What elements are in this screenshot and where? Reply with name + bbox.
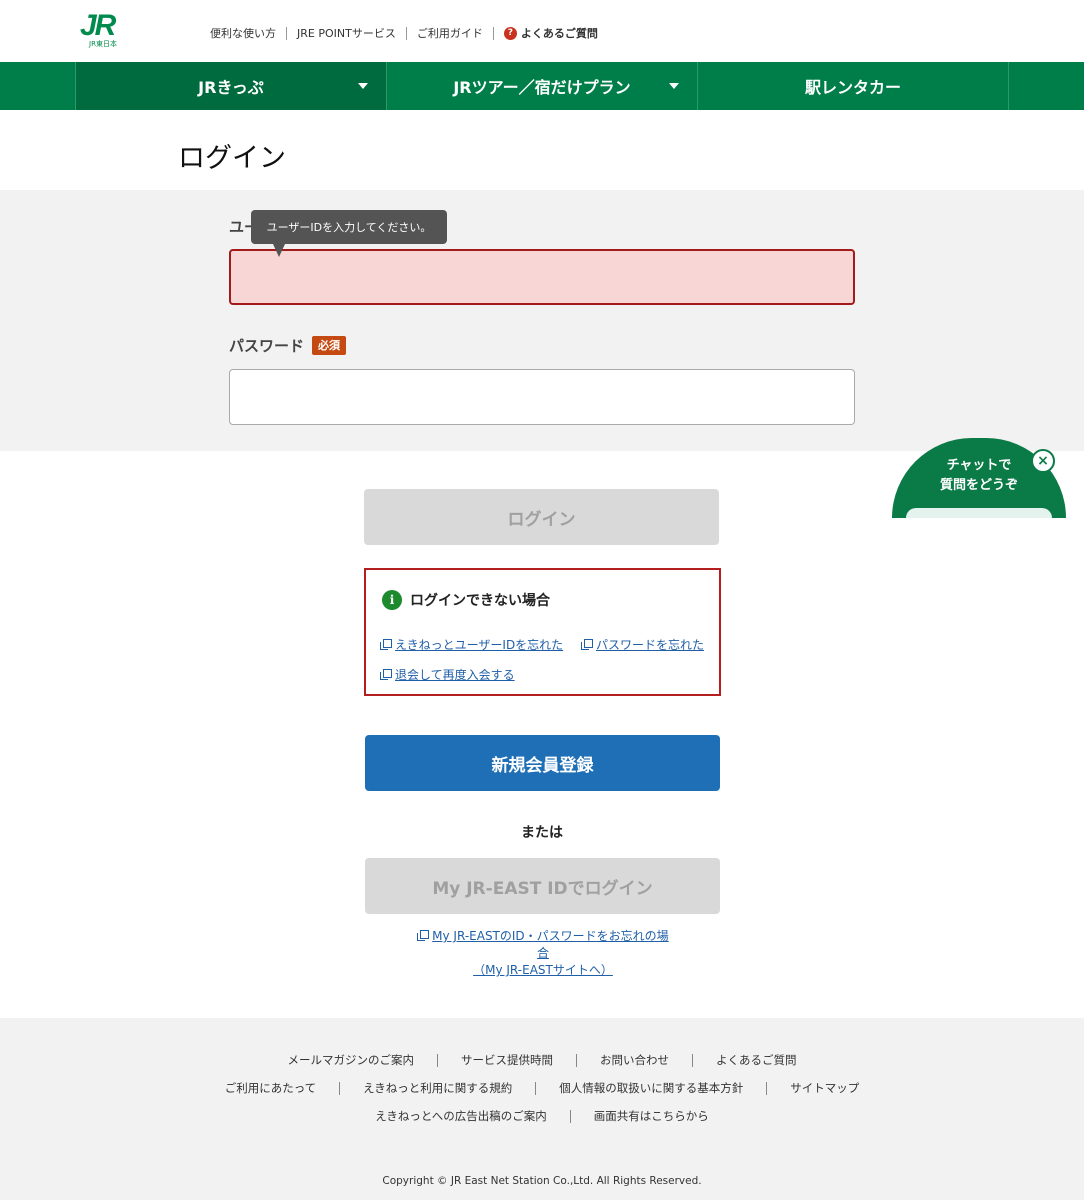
nav-item-rentacar[interactable]: 駅レンタカー	[697, 62, 1009, 110]
utility-links: 便利な使い方 JRE POINTサービス ご利用ガイド ? よくあるご質問	[210, 24, 608, 42]
user-id-error-tooltip: ユーザーIDを入力してください。	[251, 210, 447, 257]
nav-item-label: JRきっぷ	[198, 78, 264, 97]
jr-east-logo[interactable]: JR JR東日本	[80, 9, 128, 50]
login-button[interactable]: ログイン	[364, 489, 719, 545]
myjr-east-forgot-link[interactable]: My JR-EASTのID・パスワードをお忘れの場合 （My JR-EASTサイ…	[412, 928, 674, 979]
caret-down-icon	[358, 83, 368, 89]
chat-line1: チャットで	[946, 458, 1012, 473]
footer-link-advertising[interactable]: えきねっとへの広告出稿のご案内	[352, 1110, 570, 1123]
footer-link-contact[interactable]: お問い合わせ	[576, 1054, 692, 1067]
password-input[interactable]	[229, 369, 855, 425]
logo-mark: JR	[80, 9, 116, 42]
footer-link-privacy[interactable]: 個人情報の取扱いに関する基本方針	[535, 1082, 766, 1095]
footer-link-faq[interactable]: よくあるご質問	[692, 1054, 820, 1067]
nav-item-tours[interactable]: JRツアー／宿だけプラン	[386, 62, 697, 110]
link-jre-point[interactable]: JRE POINTサービス	[286, 26, 406, 40]
footer-row-1: メールマガジンのご案内 サービス提供時間 お問い合わせ よくあるご質問	[0, 1054, 1084, 1067]
footer-row-3: えきねっとへの広告出稿のご案内 画面共有はこちらから	[0, 1110, 1084, 1123]
caret-down-icon	[669, 83, 679, 89]
help-heading: i ログインできない場合	[382, 590, 550, 610]
nav-item-label: 駅レンタカー	[804, 78, 901, 97]
global-nav: JRきっぷ JRツアー／宿だけプラン 駅レンタカー	[0, 62, 1084, 110]
chat-widget[interactable]: チャットで 質問をどうぞ ×	[892, 438, 1066, 518]
password-label-row: パスワード 必須	[229, 335, 347, 356]
forgot-password-link[interactable]: パスワードを忘れた	[581, 636, 704, 653]
link-text: パスワードを忘れた	[596, 638, 705, 652]
footer-row-2: ご利用にあたって えきねっと利用に関する規約 個人情報の取扱いに関する基本方針 …	[0, 1082, 1084, 1095]
link-text: 退会して再度入会する	[395, 668, 515, 682]
link-how-to-use[interactable]: 便利な使い方	[210, 27, 286, 40]
login-help-box: i ログインできない場合 えきねっとユーザーIDを忘れた パスワードを忘れた 退…	[364, 568, 721, 696]
close-icon[interactable]: ×	[1031, 449, 1055, 473]
external-window-icon	[581, 639, 593, 650]
link-text: （My JR-EASTサイトへ）	[473, 963, 613, 977]
external-window-icon	[380, 669, 392, 680]
password-label: パスワード	[229, 337, 305, 355]
top-header: JR JR東日本 便利な使い方 JRE POINTサービス ご利用ガイド ? よ…	[0, 0, 1084, 62]
footer-link-newsletter[interactable]: メールマガジンのご案内	[265, 1054, 438, 1067]
faq-label: よくあるご質問	[520, 26, 598, 40]
chat-inner	[906, 508, 1052, 518]
footer-link-terms-of-use[interactable]: ご利用にあたって	[202, 1082, 339, 1095]
link-guide[interactable]: ご利用ガイド	[405, 26, 493, 40]
footer-link-screen-share[interactable]: 画面共有はこちらから	[569, 1110, 732, 1123]
footer-link-service-hours[interactable]: サービス提供時間	[437, 1054, 576, 1067]
chat-line2: 質問をどうぞ	[939, 478, 1018, 493]
register-button[interactable]: 新規会員登録	[365, 735, 720, 791]
footer-link-rules[interactable]: えきねっと利用に関する規約	[339, 1082, 535, 1095]
nav-item-label: JRツアー／宿だけプラン	[453, 78, 631, 97]
rejoin-link[interactable]: 退会して再度入会する	[380, 666, 515, 683]
info-icon: i	[382, 590, 402, 610]
forgot-user-id-link[interactable]: えきねっとユーザーIDを忘れた	[380, 636, 563, 653]
help-title: ログインできない場合	[410, 593, 550, 609]
required-badge: 必須	[312, 336, 347, 355]
user-id-input[interactable]	[229, 249, 855, 305]
myjr-east-login-button[interactable]: My JR-EAST IDでログイン	[365, 858, 720, 914]
question-icon: ?	[503, 26, 517, 40]
page-title: ログイン	[178, 143, 286, 174]
link-faq[interactable]: ? よくあるご質問	[492, 26, 608, 40]
external-window-icon	[417, 930, 430, 941]
footer-link-sitemap[interactable]: サイトマップ	[766, 1082, 882, 1095]
nav-item-tickets[interactable]: JRきっぷ	[75, 62, 386, 110]
or-separator: または	[521, 825, 563, 841]
link-text: My JR-EASTのID・パスワードをお忘れの場合	[432, 929, 669, 960]
external-window-icon	[380, 639, 392, 650]
copyright: Copyright © JR East Net Station Co.,Ltd.…	[382, 1175, 702, 1187]
link-text: えきねっとユーザーIDを忘れた	[395, 638, 564, 652]
